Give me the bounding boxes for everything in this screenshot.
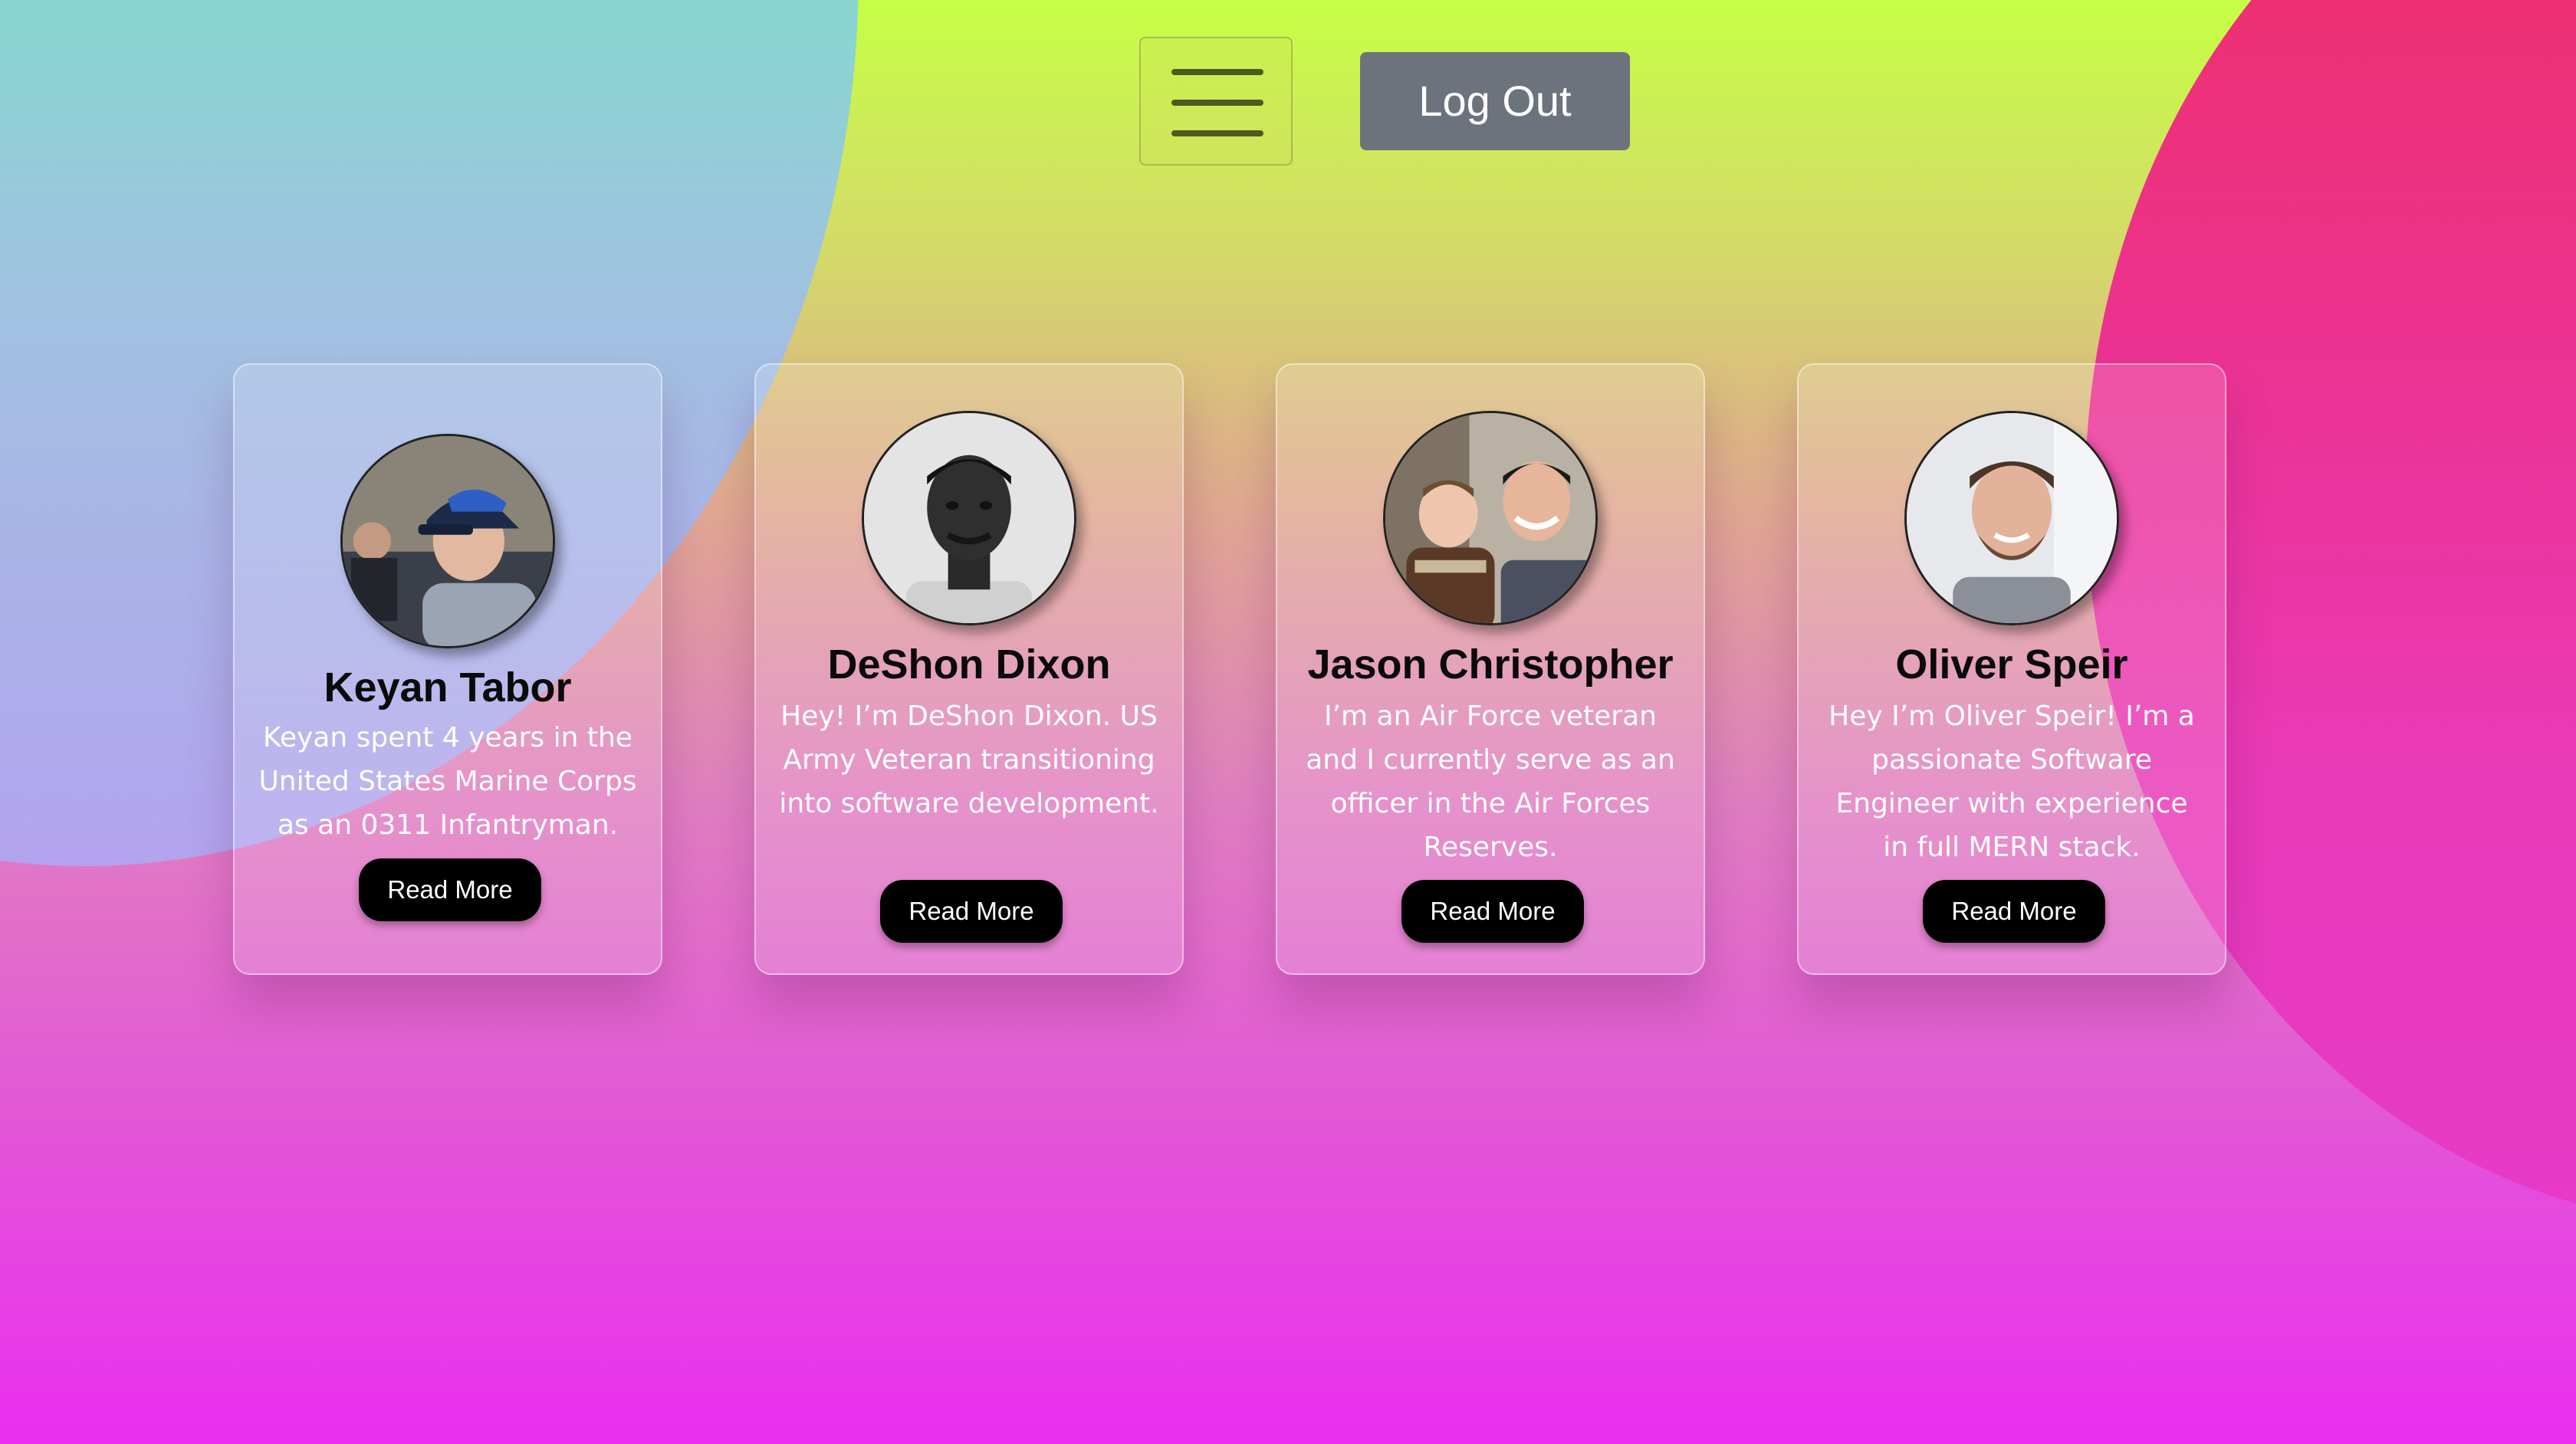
member-name: Keyan Tabor (324, 665, 572, 711)
member-name: Oliver Speir (1895, 642, 2128, 688)
avatar-jason-image (1385, 413, 1595, 623)
page: Log Out Keyan Tabor Keyan spent 4 years … (0, 0, 2576, 1444)
avatar-oliver-image (1907, 413, 2117, 623)
profile-photo-icon (862, 411, 1076, 625)
avatar-deshon-image (864, 413, 1074, 623)
read-more-button[interactable]: Read More (880, 880, 1063, 943)
read-more-button[interactable]: Read More (1923, 880, 2105, 943)
team-card-oliver-speir: Oliver Speir Hey I’m Oliver Speir! I’m a… (1797, 363, 2226, 975)
read-more-button[interactable]: Read More (359, 858, 541, 921)
member-name: DeShon Dixon (827, 642, 1111, 688)
team-cards: Keyan Tabor Keyan spent 4 years in the U… (0, 0, 2576, 1444)
team-card-deshon-dixon: DeShon Dixon Hey! I’m DeShon Dixon. US A… (754, 363, 1184, 975)
team-card-jason-christopher: Jason Christopher I’m an Air Force veter… (1276, 363, 1705, 975)
profile-photo-icon (1383, 411, 1598, 625)
profile-photo-icon (1904, 411, 2119, 625)
read-more-button[interactable]: Read More (1401, 880, 1584, 943)
team-card-keyan-tabor: Keyan Tabor Keyan spent 4 years in the U… (233, 363, 662, 975)
member-bio: Hey I’m Oliver Speir! I’m a passionate S… (1829, 701, 2195, 863)
avatar-keyan-image (343, 436, 553, 646)
member-name: Jason Christopher (1307, 642, 1674, 688)
member-bio: Keyan spent 4 years in the United States… (258, 722, 637, 841)
member-bio: Hey! I’m DeShon Dixon. US Army Veteran t… (779, 701, 1159, 819)
member-bio: I’m an Air Force veteran and I currently… (1306, 701, 1675, 863)
profile-photo-icon (340, 434, 555, 648)
